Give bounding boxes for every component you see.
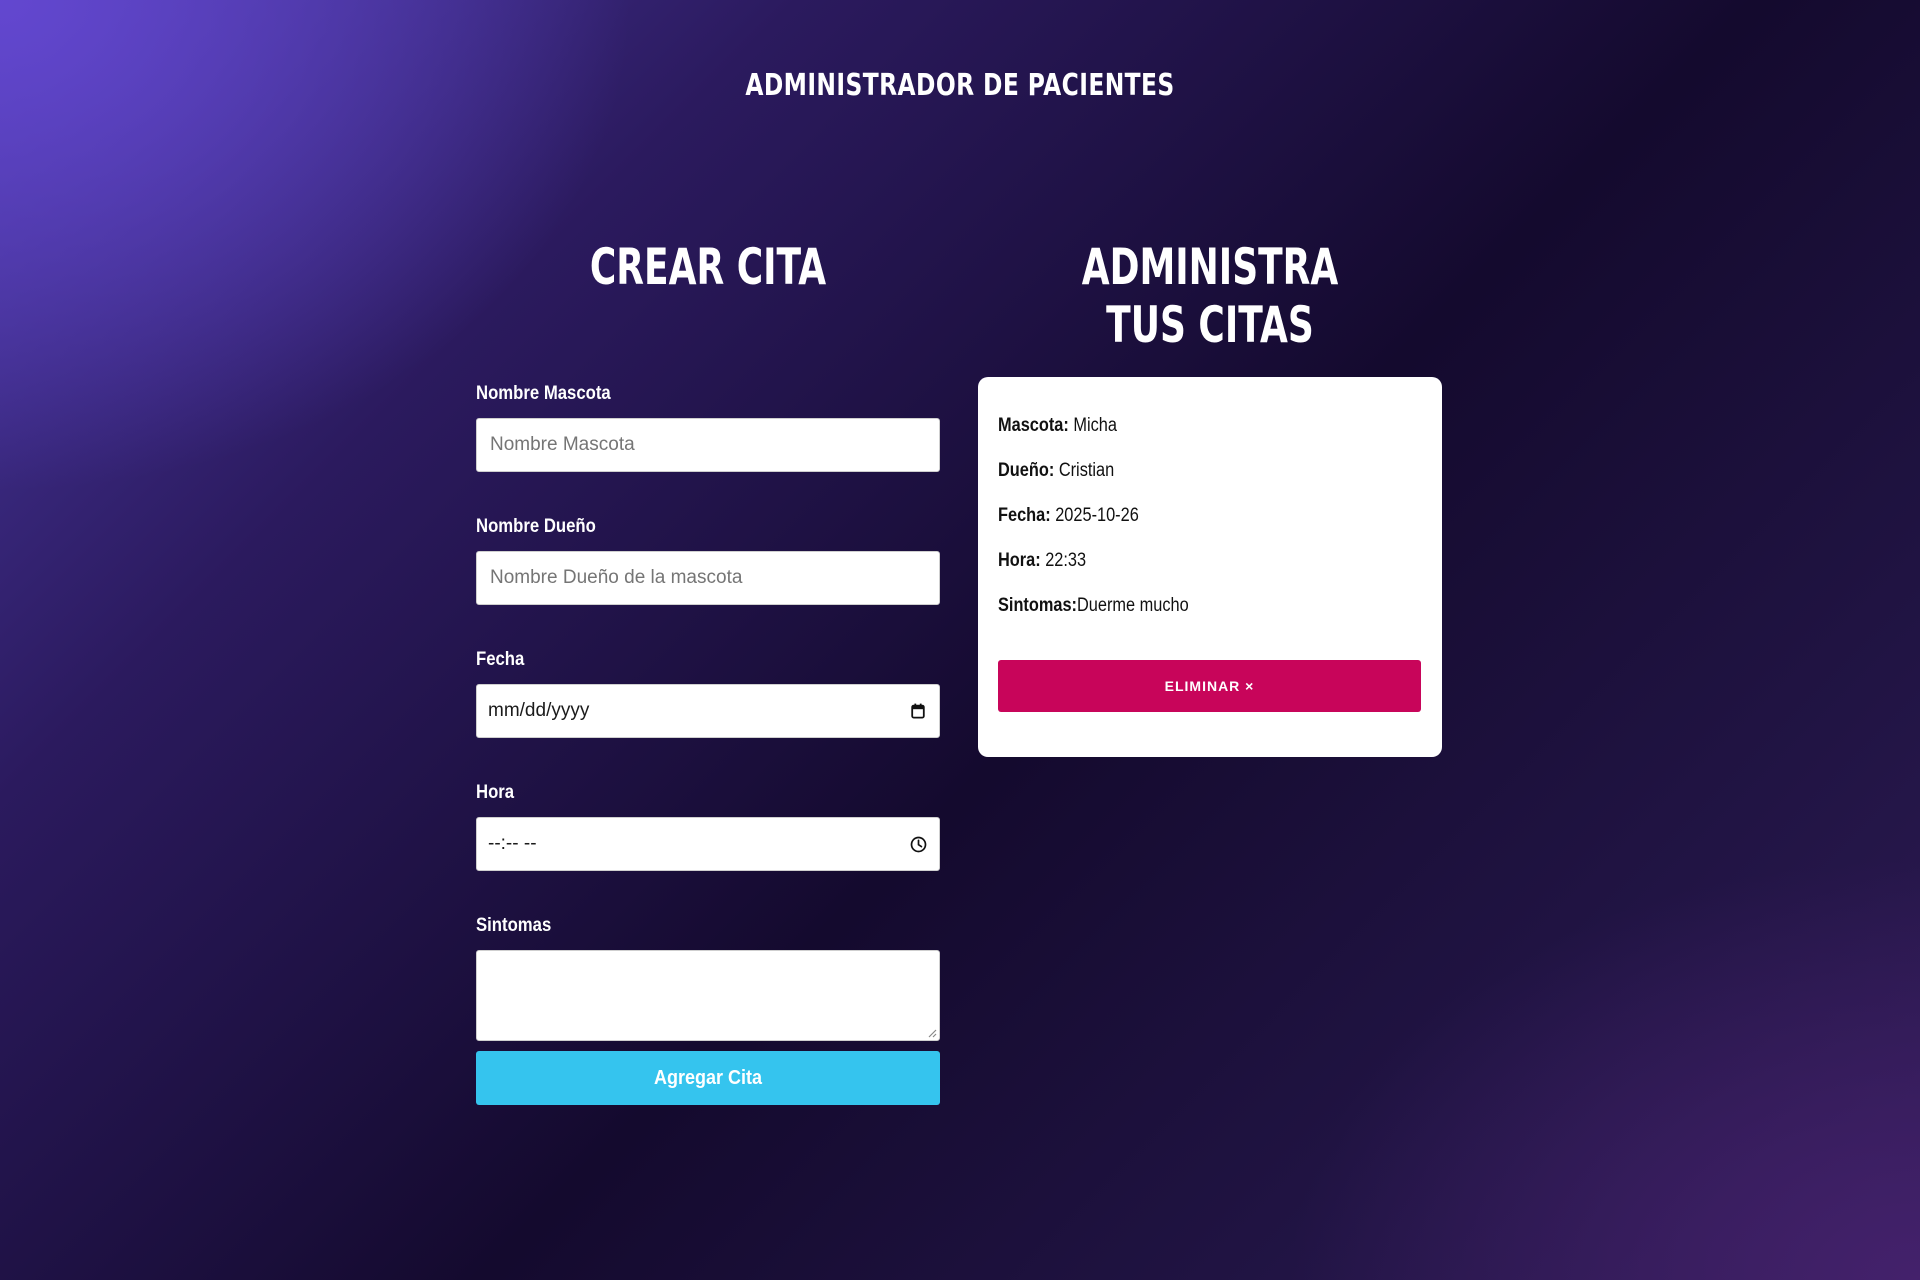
owner-name-label: Nombre Dueño xyxy=(476,516,596,537)
appointment-owner: Dueño: Cristian xyxy=(998,456,1363,501)
delete-appointment-button[interactable]: ELIMINAR × xyxy=(998,660,1421,712)
owner-name-input[interactable] xyxy=(488,566,929,590)
appointment-pet-value: Micha xyxy=(1073,415,1117,436)
appointment-form: Nombre Mascota Nombre Dueño Fecha mm/dd/… xyxy=(476,380,940,1105)
appointment-date: Fecha: 2025-10-26 xyxy=(998,501,1363,546)
time-label: Hora xyxy=(476,782,515,803)
appointment-owner-value: Cristian xyxy=(1058,460,1115,481)
symptoms-textarea[interactable] xyxy=(477,951,939,1040)
appointment-time-label: Hora: xyxy=(998,550,1041,571)
time-input-value: --:-- -- xyxy=(488,833,537,854)
time-input[interactable]: --:-- -- xyxy=(476,817,940,871)
page-title: ADMINISTRADOR DE PACIENTES xyxy=(745,68,1175,103)
pet-name-field[interactable] xyxy=(476,418,940,472)
pet-name-label: Nombre Mascota xyxy=(476,383,611,404)
appointment-pet-label: Mascota: xyxy=(998,415,1069,436)
create-appointment-title: CREAR CITA xyxy=(589,238,827,296)
calendar-icon[interactable] xyxy=(907,700,929,722)
appointment-time: Hora: 22:33 xyxy=(998,546,1363,591)
appointment-symptoms: Sintomas:Duerme mucho xyxy=(998,591,1363,636)
add-appointment-button[interactable]: Agregar Cita xyxy=(476,1051,940,1105)
appointment-symptoms-label: Sintomas: xyxy=(998,595,1077,616)
appointment-symptoms-value: Duerme mucho xyxy=(1076,595,1189,616)
symptoms-label: Sintomas xyxy=(476,915,552,936)
appointment-owner-label: Dueño: xyxy=(998,460,1055,481)
appointment-date-value: 2025-10-26 xyxy=(1055,505,1139,526)
appointment-date-label: Fecha: xyxy=(998,505,1051,526)
date-input-value: mm/dd/yyyy xyxy=(488,700,590,721)
manage-appointments-title: ADMINISTRA TUS CITAS xyxy=(1081,238,1339,354)
appointment-card: Mascota: Micha Dueño: Cristian Fecha: 20… xyxy=(978,377,1442,757)
owner-name-field[interactable] xyxy=(476,551,940,605)
symptoms-field[interactable] xyxy=(476,950,940,1041)
resize-grip-icon[interactable] xyxy=(927,1028,937,1038)
date-input[interactable]: mm/dd/yyyy xyxy=(476,684,940,738)
appointment-pet: Mascota: Micha xyxy=(998,411,1363,456)
pet-name-input[interactable] xyxy=(488,433,929,457)
appointment-time-value: 22:33 xyxy=(1045,550,1087,571)
date-label: Fecha xyxy=(476,649,525,670)
clock-icon[interactable] xyxy=(907,833,929,855)
add-appointment-button-label: Agregar Cita xyxy=(653,1066,763,1089)
